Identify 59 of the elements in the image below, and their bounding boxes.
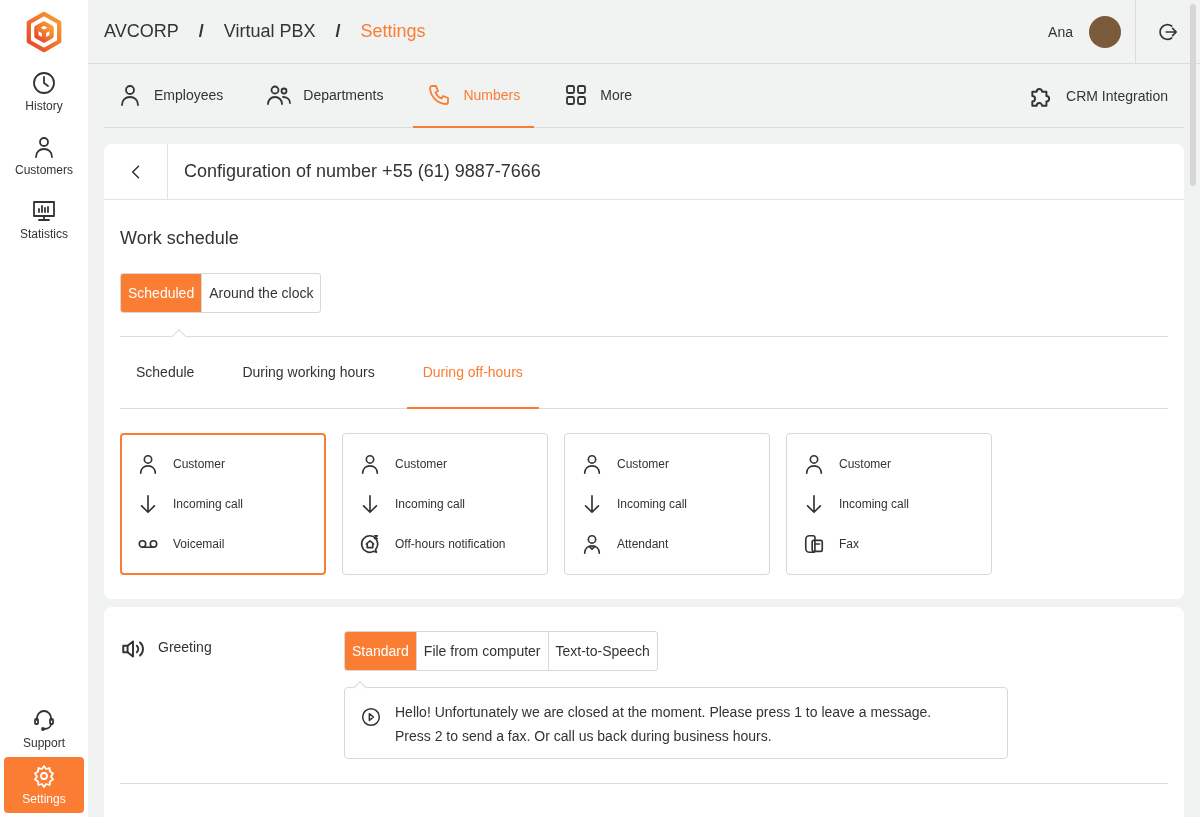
- person-icon: [32, 135, 56, 159]
- house-bubble-icon: [359, 533, 381, 555]
- person-icon: [581, 453, 603, 475]
- clock-icon: [32, 71, 56, 95]
- breadcrumb-link[interactable]: Virtual PBX: [223, 21, 316, 42]
- sidebar-item[interactable]: Support: [4, 701, 84, 757]
- scrollbar[interactable]: [1190, 4, 1196, 186]
- user-name: Ana: [1048, 23, 1073, 40]
- logo-icon: [25, 11, 63, 53]
- sidebar-item[interactable]: History: [4, 64, 84, 120]
- tab[interactable]: During working hours: [226, 337, 391, 409]
- nav-tab[interactable]: More: [550, 64, 647, 128]
- people-icon: [267, 83, 292, 107]
- step-label: Customer: [617, 457, 669, 471]
- phone-icon: [427, 83, 452, 107]
- person-icon: [137, 453, 159, 475]
- crm-integration-link[interactable]: CRM Integration: [1028, 64, 1184, 127]
- step-label: Voicemail: [173, 537, 225, 551]
- nav-tab[interactable]: Departments: [253, 64, 398, 128]
- sidebar-item[interactable]: Customers: [4, 128, 84, 184]
- step-label: Fax: [839, 537, 859, 551]
- step-label: Incoming call: [839, 497, 910, 511]
- sidebar-item[interactable]: Statistics: [4, 192, 84, 248]
- segment-button[interactable]: Text-to-Speech: [547, 632, 657, 670]
- attendant-icon: [581, 533, 603, 555]
- breadcrumb-separator: /: [197, 21, 205, 42]
- step-label: Incoming call: [395, 497, 466, 511]
- step-label: Customer: [173, 457, 225, 471]
- person-icon: [118, 83, 142, 107]
- fax-icon: [803, 533, 825, 555]
- play-button[interactable]: [361, 706, 383, 728]
- step-label: Incoming call: [173, 497, 244, 511]
- section-title: Work schedule: [120, 228, 240, 249]
- tab[interactable]: Schedule: [120, 337, 211, 409]
- scenario-card[interactable]: Customer Incoming call Off-hours notification: [342, 433, 548, 575]
- nav-tab[interactable]: Employees: [104, 64, 238, 128]
- segment-button[interactable]: File from computer: [415, 632, 548, 670]
- step-label: Incoming call: [617, 497, 688, 511]
- greeting-message: Hello! Unfortunately we are closed at the moment. Please press 1 to leave a message. Press 2 to send a fax. Or call us back during business hours.: [395, 703, 933, 746]
- step-label: Customer: [395, 457, 447, 471]
- step-label: Attendant: [617, 537, 669, 551]
- person-icon: [803, 453, 825, 475]
- settings-icon: [32, 764, 56, 788]
- scenario-card[interactable]: Customer Incoming call Fax: [786, 433, 992, 575]
- greeting-label: Greeting: [158, 639, 212, 655]
- scenario-card[interactable]: Customer Incoming call Attendant: [564, 433, 770, 575]
- grid-icon: [564, 83, 589, 107]
- page-title: Configuration of number +55 (61) 9887-7666: [184, 161, 541, 182]
- avatar[interactable]: [1089, 15, 1121, 48]
- person-icon: [359, 453, 381, 475]
- step-label: Off-hours notification: [395, 537, 506, 551]
- monitor-chart-icon: [32, 199, 56, 223]
- headset-icon: [32, 708, 56, 732]
- breadcrumb-separator: /: [334, 21, 342, 42]
- segment-button[interactable]: Around the clock: [201, 274, 321, 312]
- scenario-card[interactable]: Customer Incoming call Voicemail: [120, 433, 326, 575]
- step-label: Customer: [839, 457, 891, 471]
- play-icon: [361, 707, 381, 727]
- breadcrumb-link[interactable]: AVCORP: [104, 21, 179, 42]
